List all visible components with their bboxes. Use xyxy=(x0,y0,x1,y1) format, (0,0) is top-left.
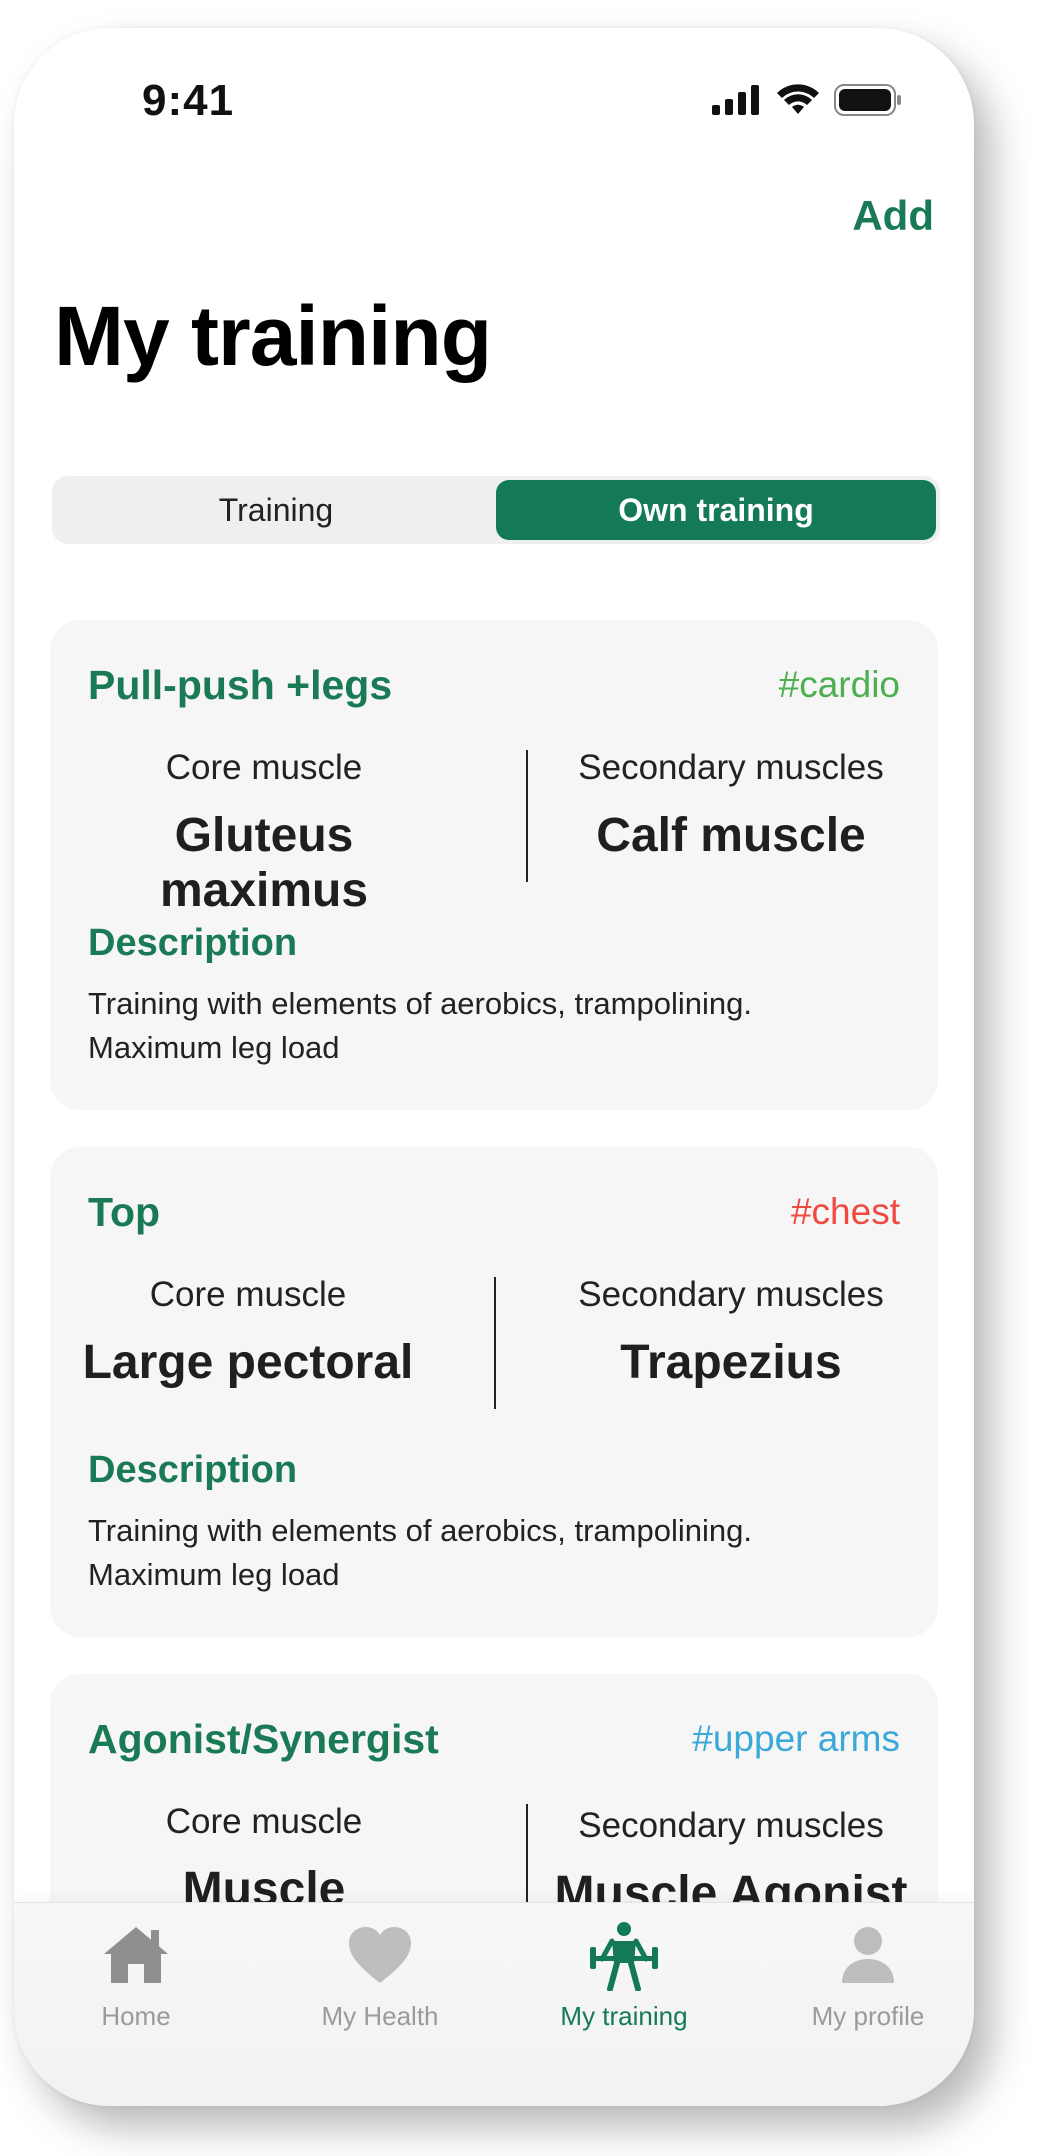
description-title: Description xyxy=(88,922,298,964)
core-muscle-label: Core muscle xyxy=(165,748,363,787)
core-muscle-label: Core muscle xyxy=(165,1802,363,1841)
tab-label: My profile xyxy=(811,2001,925,2031)
training-list: Pull-push +legs #cardio Core muscle Glut… xyxy=(14,28,974,2106)
secondary-muscle-value: Trapezius xyxy=(620,1336,842,1389)
secondary-muscle-block: Secondary muscles Trapezius xyxy=(540,1275,922,1390)
tab-bar: Home My Health My training My profile xyxy=(14,1902,974,2106)
weightlifter-icon xyxy=(586,1917,662,1993)
tab-my-health[interactable]: My Health xyxy=(270,1917,490,2032)
secondary-muscle-value: Calf muscle xyxy=(596,809,866,862)
card-title: Pull-push +legs xyxy=(88,662,393,708)
secondary-muscle-label: Secondary muscles xyxy=(578,1275,884,1314)
tab-label: My Health xyxy=(321,2001,439,2031)
core-muscle-label: Core muscle xyxy=(149,1275,347,1314)
card-tag: #upper arms xyxy=(692,1718,900,1759)
tab-home[interactable]: Home xyxy=(26,1917,246,2032)
description-title: Description xyxy=(88,1449,298,1491)
tab-label: Home xyxy=(101,2001,171,2031)
column-divider xyxy=(494,1277,496,1409)
home-icon xyxy=(98,1917,174,1993)
heart-icon xyxy=(342,1917,418,1993)
training-card[interactable]: Top #chest Core muscle Large pectoral Se… xyxy=(50,1147,938,1637)
card-title: Top xyxy=(88,1189,161,1235)
tab-my-training[interactable]: My training xyxy=(514,1917,734,2032)
core-muscle-block: Core muscle Gluteus maximus xyxy=(70,748,458,918)
phone-screen: 9:41 Add My training Training Own traini… xyxy=(14,28,974,2106)
column-divider xyxy=(526,750,528,882)
card-title: Agonist/Synergist xyxy=(88,1716,439,1762)
tab-label: My training xyxy=(560,2001,688,2031)
secondary-muscle-label: Secondary muscles xyxy=(578,1806,884,1845)
core-muscle-value: Gluteus maximus xyxy=(159,809,369,917)
card-tag: #cardio xyxy=(778,664,900,705)
secondary-muscle-label: Secondary muscles xyxy=(578,748,884,787)
description-text: Training with elements of aerobics, tram… xyxy=(88,1513,752,1592)
core-muscle-block: Core muscle Large pectoral xyxy=(60,1275,436,1390)
person-icon xyxy=(830,1917,906,1993)
core-muscle-value: Large pectoral xyxy=(82,1336,414,1389)
tab-my-profile[interactable]: My profile xyxy=(758,1917,974,2032)
card-tag: #chest xyxy=(790,1191,900,1232)
secondary-muscle-block: Secondary muscles Calf muscle xyxy=(540,748,922,863)
training-card[interactable]: Pull-push +legs #cardio Core muscle Glut… xyxy=(50,620,938,1110)
description-text: Training with elements of aerobics, tram… xyxy=(88,986,752,1065)
